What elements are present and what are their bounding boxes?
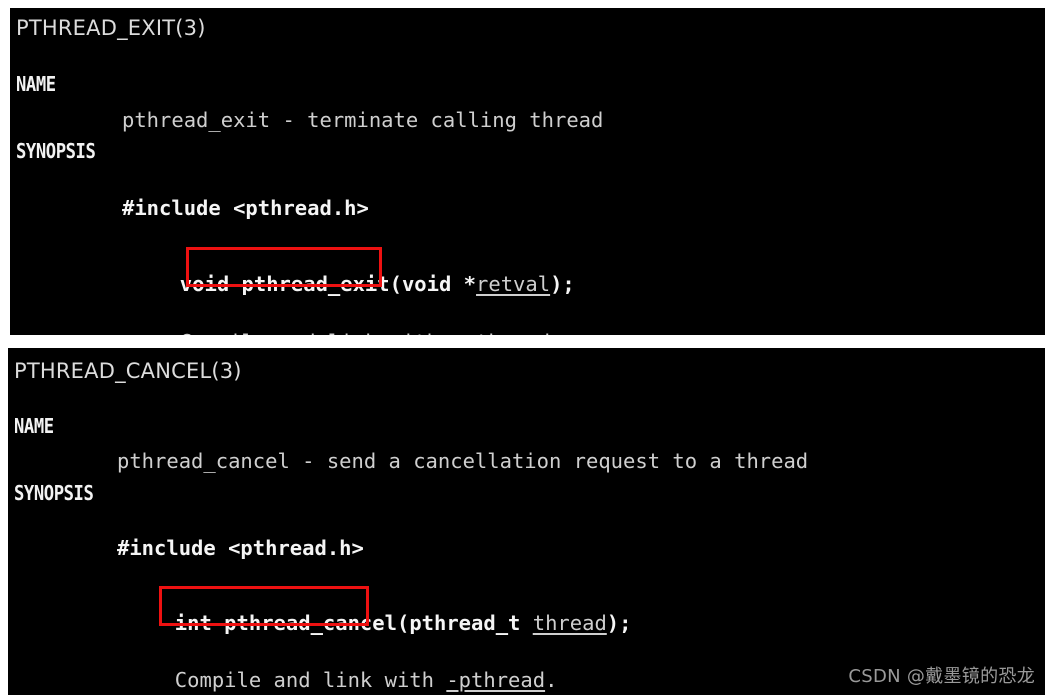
man-section-heading-name: NAME xyxy=(14,414,54,438)
prototype-param-type: void * xyxy=(401,272,477,296)
man-section-heading-name: NAME xyxy=(16,72,56,96)
screenshot-root: PTHREAD_EXIT(3) NAME pthread_exit - term… xyxy=(0,0,1045,695)
prototype-open-paren: ( xyxy=(396,611,410,635)
compile-note-suffix: . xyxy=(545,668,558,692)
prototype-open-paren: ( xyxy=(389,272,402,296)
man-name-description: pthread_cancel - send a cancellation req… xyxy=(117,449,809,473)
man-compile-note: Compile and link with -pthread. xyxy=(117,649,558,695)
man-page-panel-pthread-cancel: PTHREAD_CANCEL(3) NAME pthread_cancel - … xyxy=(8,348,1045,695)
man-section-heading-synopsis: SYNOPSIS xyxy=(16,139,96,163)
compile-note-prefix: Compile and link with xyxy=(180,330,452,335)
man-synopsis-prototype: void pthread_exit(void *retval); xyxy=(122,253,575,315)
compile-note-prefix: Compile and link with xyxy=(174,668,447,692)
prototype-close: ); xyxy=(606,611,632,635)
man-page-header-title: PTHREAD_EXIT(3) xyxy=(16,16,206,40)
prototype-space-1 xyxy=(212,611,224,635)
man-compile-note: Compile and link with -pthread. xyxy=(122,311,563,335)
man-synopsis-include: #include <pthread.h> xyxy=(122,196,369,220)
prototype-function-name: pthread_cancel xyxy=(224,611,397,635)
compile-note-suffix: . xyxy=(550,330,562,335)
man-page-panel-pthread-exit: PTHREAD_EXIT(3) NAME pthread_exit - term… xyxy=(10,8,1045,335)
prototype-param-name: retval xyxy=(476,272,551,296)
csdn-watermark: CSDN @戴墨镜的恐龙 xyxy=(848,666,1035,687)
man-name-description: pthread_exit - terminate calling thread xyxy=(122,108,604,132)
prototype-return-type: void xyxy=(179,272,230,296)
prototype-function-name: pthread_exit xyxy=(241,272,390,296)
prototype-param-type: pthread_t xyxy=(409,611,533,635)
man-synopsis-include: #include <pthread.h> xyxy=(117,536,364,560)
compile-note-flag: -pthread xyxy=(451,330,550,335)
prototype-return-type: int xyxy=(174,611,212,635)
man-page-header-title: PTHREAD_CANCEL(3) xyxy=(14,359,242,383)
prototype-param-name: thread xyxy=(532,611,607,635)
prototype-space-1 xyxy=(229,272,241,296)
prototype-close: ); xyxy=(550,272,575,296)
compile-note-flag: -pthread xyxy=(446,668,546,692)
man-section-heading-synopsis: SYNOPSIS xyxy=(14,481,94,505)
man-synopsis-prototype: int pthread_cancel(pthread_t thread); xyxy=(117,592,632,654)
